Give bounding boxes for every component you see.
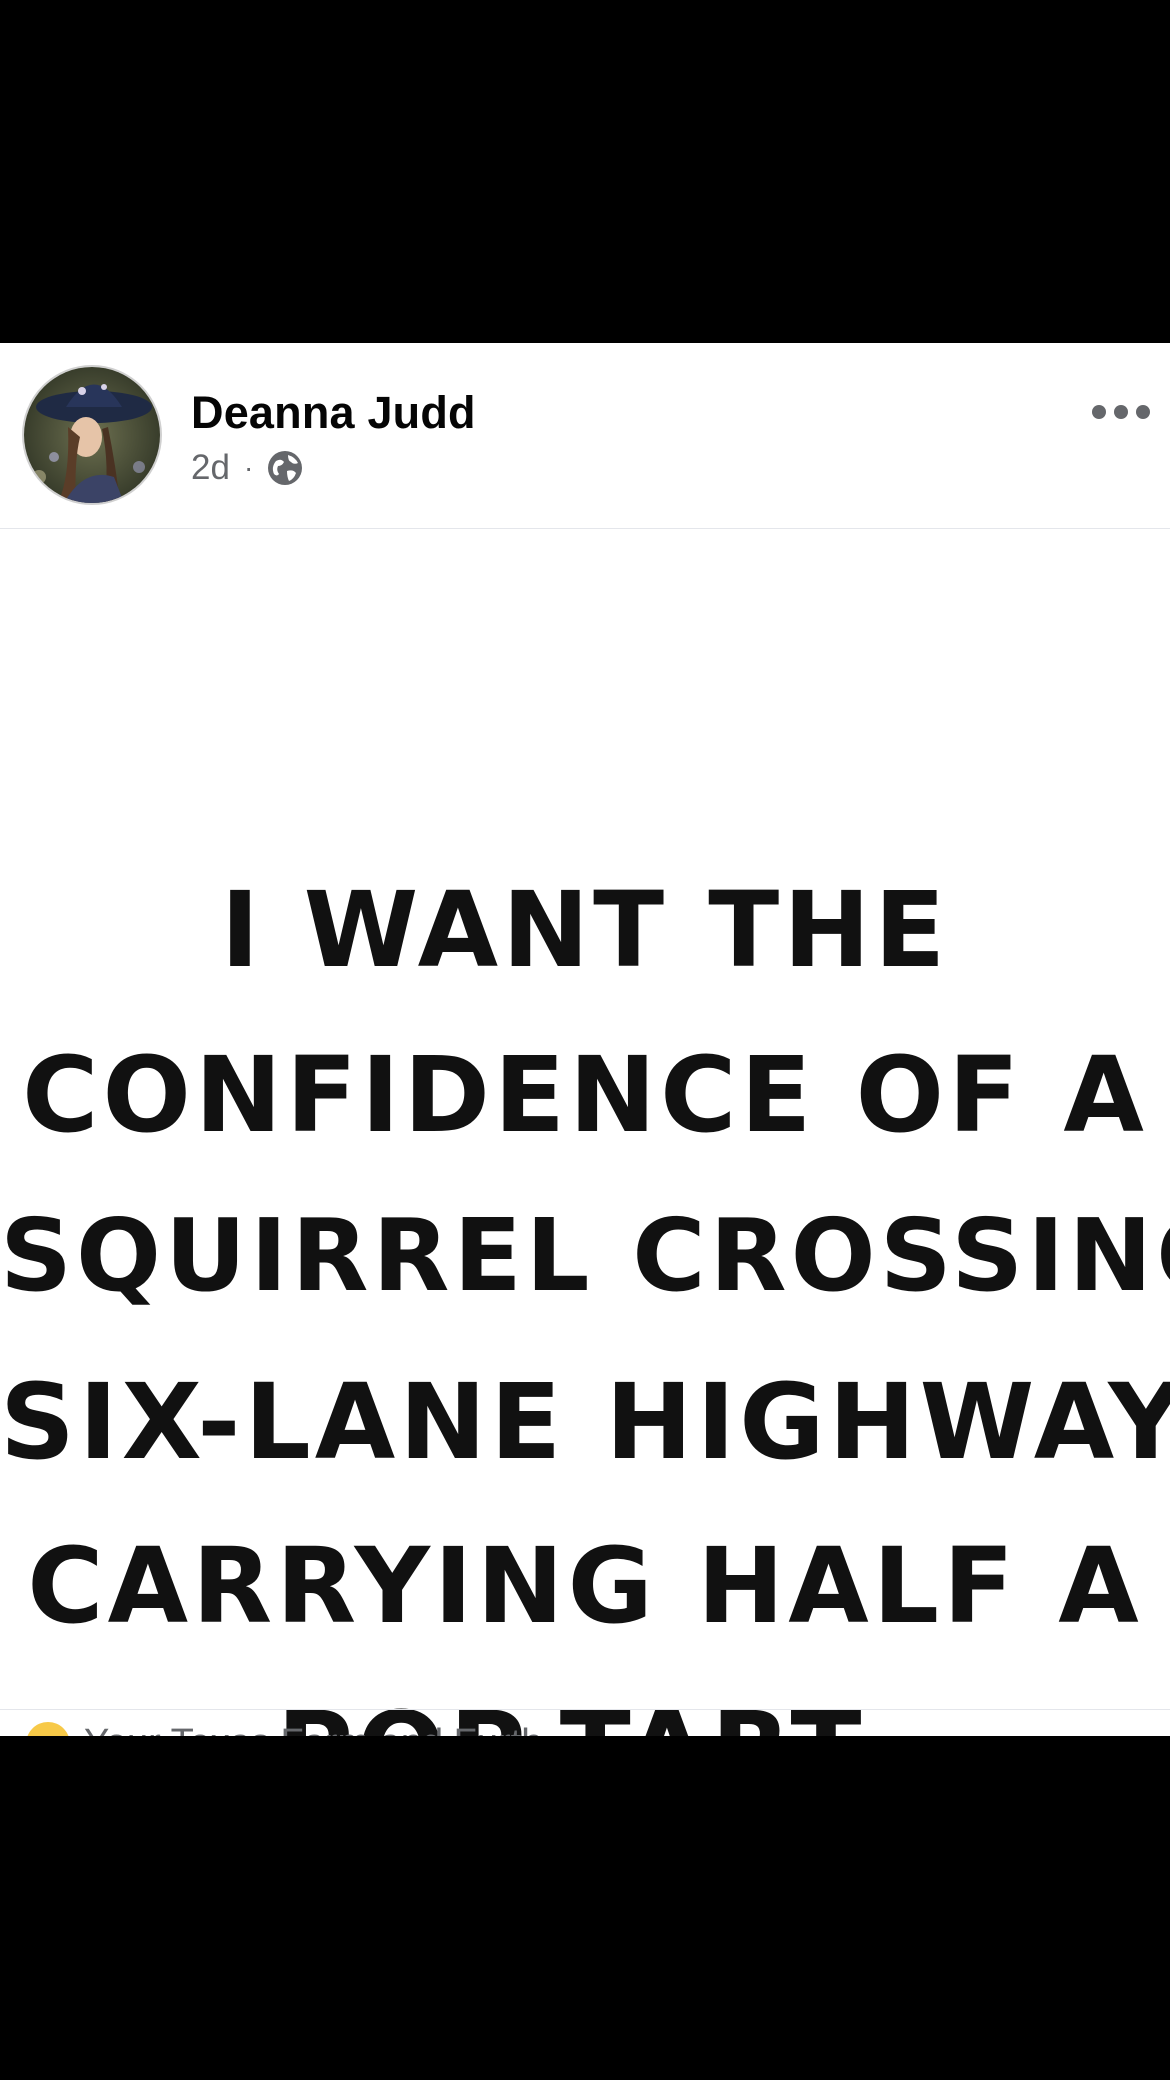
quote-line: CARRYING HALF A: [27, 1525, 1143, 1647]
post-timestamp[interactable]: 2d: [191, 448, 230, 488]
more-dot: [1114, 405, 1128, 419]
author-name[interactable]: Deanna Judd: [191, 387, 476, 439]
top-letterbox: [0, 0, 1170, 343]
more-options-icon[interactable]: [1092, 403, 1150, 421]
avatar[interactable]: [22, 365, 162, 505]
meta-separator: ·: [243, 452, 254, 483]
post-card: Deanna Judd 2d · I WANT THE CONFIDENCE O…: [0, 343, 1170, 1736]
quote-line: SQUIRREL CROSSING A: [0, 1197, 1170, 1314]
quote-line: CONFIDENCE OF A: [22, 1034, 1148, 1156]
globe-icon[interactable]: [267, 450, 303, 486]
post-meta: 2d ·: [191, 446, 303, 490]
post-image[interactable]: I WANT THE CONFIDENCE OF A SQUIRREL CROS…: [0, 529, 1170, 1736]
reaction-emoji-icon: [26, 1722, 70, 1736]
quote-line: SIX-LANE HIGHWAY: [0, 1361, 1170, 1483]
reaction-names: Your Texas Farm and Furth...: [84, 1722, 574, 1736]
more-dot: [1136, 405, 1150, 419]
avatar-image: [24, 367, 160, 503]
bottom-letterbox: [0, 1736, 1170, 2080]
reactions-strip[interactable]: Your Texas Farm and Furth...: [0, 1709, 1170, 1736]
quote-line: I WANT THE: [220, 869, 950, 991]
post-header: Deanna Judd 2d ·: [0, 343, 1170, 528]
more-dot: [1092, 405, 1106, 419]
